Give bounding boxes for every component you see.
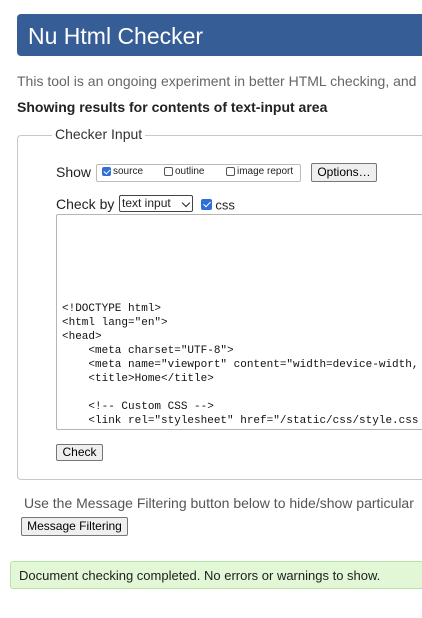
success-status-box: Document checking completed. No errors o… [10,561,422,589]
show-outline-label: outline [175,166,205,177]
show-options-group: source outline image report [96,164,301,182]
css-checkbox[interactable] [201,199,212,211]
show-source-label: source [113,166,144,177]
chevron-down-icon [181,198,191,208]
show-source-checkbox[interactable] [102,167,111,176]
check-by-select[interactable]: text input [119,195,193,212]
page: Nu Html Checker This tool is an ongoing … [0,0,422,618]
css-option[interactable]: css [201,197,235,212]
options-button[interactable]: Options… [311,163,377,182]
source-line: <title>Home</title> [62,373,214,385]
source-line: <meta name="viewport" content="width=dev… [62,359,419,371]
source-line: <link rel="stylesheet" href="/static/css… [62,415,419,427]
show-source-option[interactable]: source [102,166,143,177]
message-filtering-button[interactable]: Message Filtering [21,517,128,536]
results-heading: Showing results for contents of text-inp… [17,99,328,115]
check-by-value: text input [122,196,171,210]
show-image-report-option[interactable]: image report [226,166,293,177]
check-button[interactable]: Check [56,444,103,461]
intro-text: This tool is an ongoing experiment in be… [17,73,417,89]
header-banner: Nu Html Checker [17,14,422,56]
source-textarea[interactable]: <!DOCTYPE html> <html lang="en"> <head> <m… [56,214,422,430]
check-by-label: Check by [56,196,115,212]
checker-input-legend: Checker Input [52,126,146,142]
source-line [62,386,418,400]
source-line: <head> [62,331,102,343]
source-line: <meta charset="UTF-8"> [62,345,234,357]
show-outline-checkbox[interactable] [164,167,173,176]
source-line: <!DOCTYPE html> [62,303,162,315]
source-line: <html lang="en"> [62,317,168,329]
show-image-report-checkbox[interactable] [226,167,235,176]
page-title: Nu Html Checker [28,23,204,49]
status-message: Document checking completed. No errors o… [19,568,381,583]
source-code: <!DOCTYPE html> <html lang="en"> <head> <m… [62,302,418,428]
filtering-note: Use the Message Filtering button below t… [24,495,414,511]
source-line: <!-- Custom CSS --> [62,401,214,413]
css-label: css [215,197,235,213]
show-outline-option[interactable]: outline [164,166,204,177]
show-image-report-label: image report [237,166,294,177]
show-label: Show [56,164,92,180]
